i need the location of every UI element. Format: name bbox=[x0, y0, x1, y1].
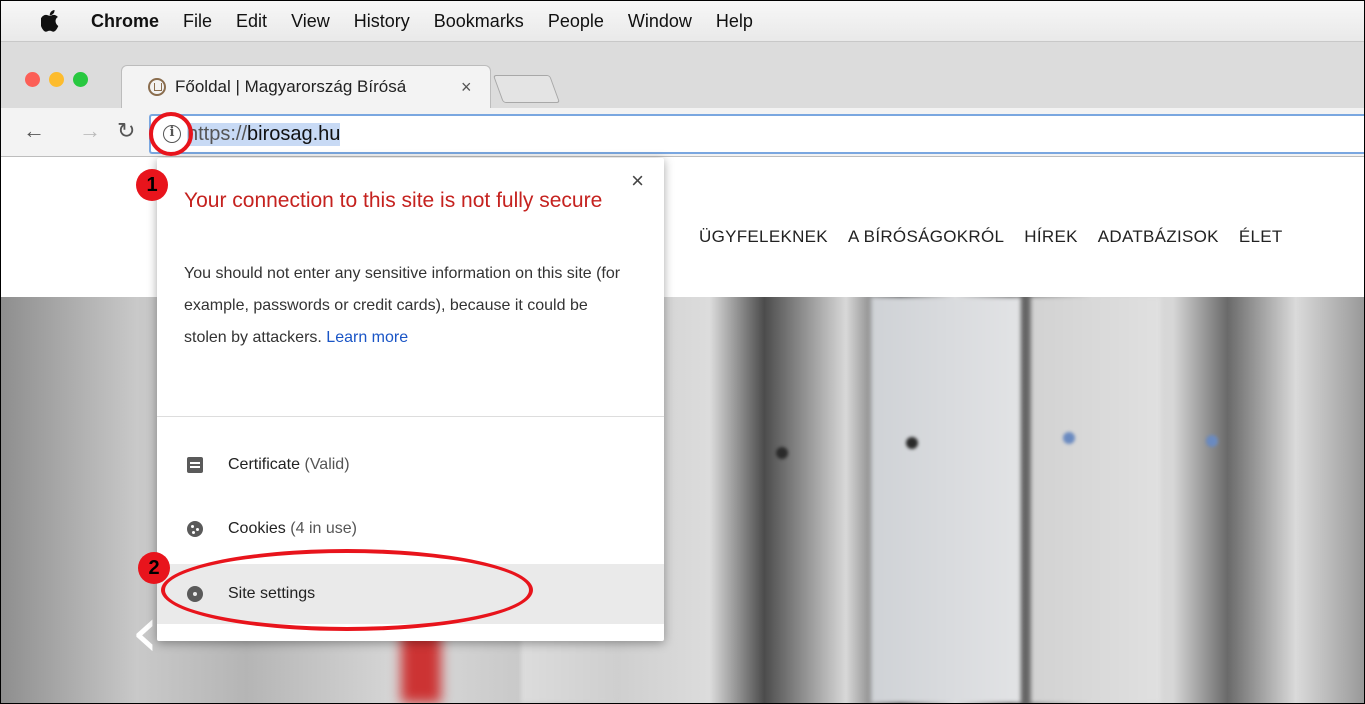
nav-link-elet[interactable]: ÉLET bbox=[1239, 227, 1283, 247]
annotation-ring-info bbox=[149, 112, 193, 156]
mac-menu-bar: Chrome File Edit View History Bookmarks … bbox=[1, 1, 1364, 42]
annotation-badge-1: 1 bbox=[136, 169, 168, 201]
tab-title: Főoldal | Magyarország Bírósá bbox=[175, 77, 407, 96]
tab-active[interactable]: Főoldal | Magyarország Bírósá × bbox=[121, 65, 491, 108]
nav-link-adatbazisok[interactable]: ADATBÁZISOK bbox=[1098, 227, 1219, 247]
certificate-row[interactable]: Certificate (Valid) bbox=[157, 435, 664, 495]
apple-icon[interactable] bbox=[41, 10, 61, 32]
certificate-icon bbox=[187, 457, 203, 473]
menu-file[interactable]: File bbox=[183, 11, 212, 32]
close-window-button[interactable] bbox=[25, 72, 40, 87]
annotation-badge-2: 2 bbox=[138, 552, 170, 584]
carousel-prev-icon[interactable]: ‹ bbox=[131, 597, 159, 667]
screenshot-frame: Chrome File Edit View History Bookmarks … bbox=[0, 0, 1365, 704]
address-bar[interactable]: https://birosag.hu bbox=[149, 114, 1364, 154]
security-warning-description: You should not enter any sensitive infor… bbox=[184, 258, 634, 354]
nav-link-hirek[interactable]: HÍREK bbox=[1024, 227, 1077, 247]
back-arrow-icon[interactable]: ← bbox=[23, 118, 45, 144]
menu-help[interactable]: Help bbox=[716, 11, 753, 32]
forward-arrow-icon[interactable]: → bbox=[79, 118, 101, 144]
popup-close-button[interactable]: × bbox=[631, 168, 644, 194]
nav-link-ugyfeleknek[interactable]: ÜGYFELEKNEK bbox=[699, 227, 828, 247]
certificate-status: (Valid) bbox=[304, 456, 350, 473]
site-nav-links: ÜGYFELEKNEK A BÍRÓSÁGOKRÓL HÍREK ADATBÁZ… bbox=[699, 227, 1283, 247]
certificate-label: Certificate bbox=[228, 456, 301, 473]
security-warning-heading: Your connection to this site is not full… bbox=[184, 189, 603, 212]
new-tab-button[interactable] bbox=[492, 75, 561, 103]
browser-toolbar: ← → ↻ https://birosag.hu bbox=[1, 108, 1364, 157]
url-host: birosag.hu bbox=[247, 122, 341, 146]
popup-divider bbox=[157, 416, 664, 417]
url-scheme: https:// bbox=[187, 122, 248, 146]
menu-edit[interactable]: Edit bbox=[236, 11, 267, 32]
cookies-label: Cookies bbox=[228, 520, 286, 537]
tab-close-button[interactable]: × bbox=[461, 77, 472, 98]
menu-bookmarks[interactable]: Bookmarks bbox=[434, 11, 524, 32]
minimize-window-button[interactable] bbox=[49, 72, 64, 87]
zoom-window-button[interactable] bbox=[73, 72, 88, 87]
reload-icon[interactable]: ↻ bbox=[117, 118, 135, 144]
menu-people[interactable]: People bbox=[548, 11, 604, 32]
menu-window[interactable]: Window bbox=[628, 11, 692, 32]
menu-history[interactable]: History bbox=[354, 11, 410, 32]
menu-view[interactable]: View bbox=[291, 11, 330, 32]
window-controls bbox=[25, 72, 88, 87]
cookies-status: (4 in use) bbox=[290, 520, 357, 537]
learn-more-link[interactable]: Learn more bbox=[326, 329, 408, 346]
nav-link-a-birosagokrol[interactable]: A BÍRÓSÁGOKRÓL bbox=[848, 227, 1004, 247]
cookie-icon bbox=[187, 521, 203, 537]
tab-strip: Főoldal | Magyarország Bírósá × bbox=[1, 42, 1364, 108]
menu-app-chrome[interactable]: Chrome bbox=[91, 11, 159, 32]
annotation-ring-site-settings bbox=[161, 549, 533, 631]
site-favicon-icon bbox=[148, 78, 166, 96]
cookies-row[interactable]: Cookies (4 in use) bbox=[157, 499, 664, 559]
